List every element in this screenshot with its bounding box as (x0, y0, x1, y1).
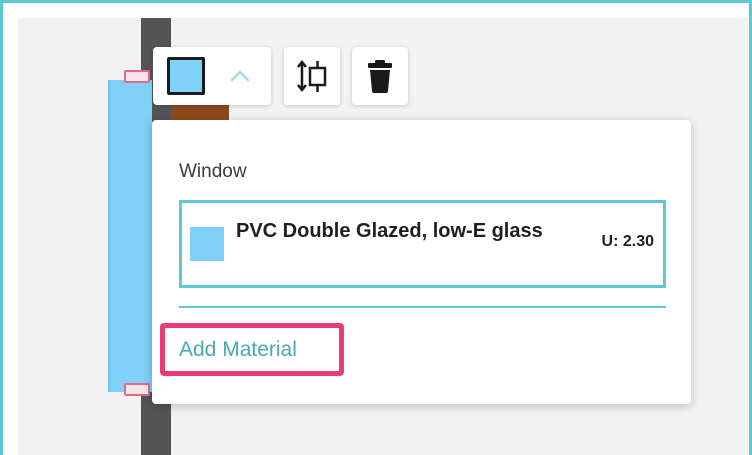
resize-height-icon (297, 59, 327, 93)
add-material-label: Add Material (179, 337, 297, 361)
popup-divider (179, 306, 666, 308)
material-u-value: U: 2.30 (601, 233, 654, 250)
resize-height-button[interactable] (284, 47, 340, 105)
window-resize-handle-top[interactable] (124, 70, 150, 83)
chevron-up-icon[interactable] (227, 63, 253, 89)
popup-section-title: Window (179, 161, 247, 182)
material-color-swatch (190, 227, 224, 261)
delete-button[interactable] (352, 47, 408, 105)
material-list-item[interactable]: PVC Double Glazed, low-E glass U: 2.30 (179, 200, 666, 288)
material-swatch-button[interactable] (167, 57, 205, 95)
material-name: PVC Double Glazed, low-E glass (236, 220, 543, 242)
window-element[interactable] (108, 80, 152, 392)
add-material-button[interactable]: Add Material (160, 323, 344, 376)
window-resize-handle-bottom[interactable] (124, 383, 150, 396)
material-popup: Window PVC Double Glazed, low-E glass U:… (152, 120, 691, 404)
material-selector-group (153, 47, 271, 105)
trash-icon (368, 60, 392, 93)
